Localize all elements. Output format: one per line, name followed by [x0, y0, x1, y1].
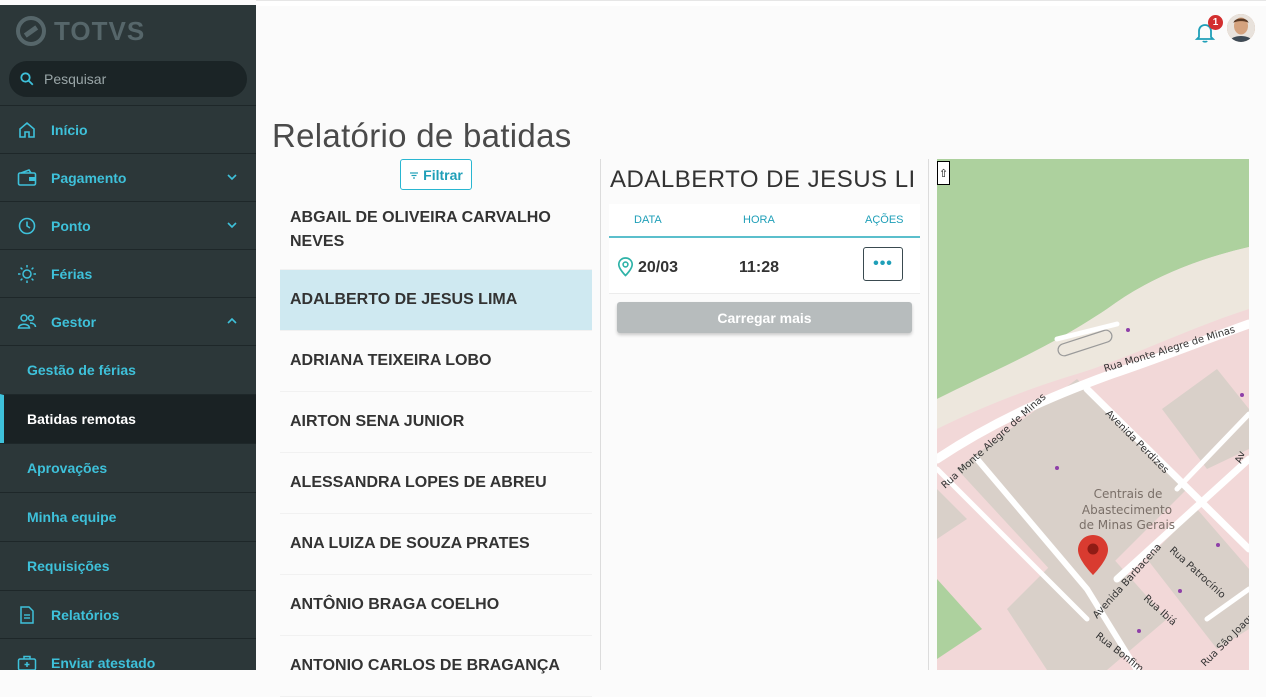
notification-badge: 1	[1208, 15, 1223, 30]
employee-name: ADRIANA TEIXEIRA LOBO	[290, 352, 492, 369]
search-box[interactable]	[9, 61, 247, 97]
list-item[interactable]: ANTONIO CARLOS DE BRAGANÇA	[280, 636, 592, 697]
clock-icon	[17, 216, 37, 236]
employee-name: ALESSANDRA LOPES DE ABREU	[290, 474, 547, 491]
list-item[interactable]: ANA LUIZA DE SOUZA PRATES	[280, 514, 592, 575]
document-icon	[17, 605, 37, 625]
avatar[interactable]	[1227, 14, 1255, 42]
sidebar-item-ponto[interactable]: Ponto	[0, 201, 256, 249]
list-item[interactable]: AIRTON SENA JUNIOR	[280, 392, 592, 453]
map-label-place: Abastecimento	[1082, 503, 1172, 517]
sidebar-item-pagamento[interactable]: Pagamento	[0, 153, 256, 201]
map-expand-button[interactable]: ⇧	[937, 161, 950, 185]
punch-date: 20/03	[638, 259, 679, 276]
column-divider	[928, 159, 929, 670]
sidebar-subitem-label: Aprovações	[27, 460, 108, 476]
sidebar-item-ferias[interactable]: Férias	[0, 249, 256, 297]
sun-icon	[17, 264, 37, 284]
sidebar-item-label: Início	[51, 121, 88, 138]
sidebar: TOTVS Início Pagamento Ponto Férias Gest…	[0, 5, 256, 670]
sidebar-subitem-aprovacoes[interactable]: Aprovações	[0, 443, 256, 492]
top-divider	[256, 0, 1266, 6]
sidebar-subitem-label: Requisições	[27, 558, 110, 574]
medical-kit-icon	[17, 653, 37, 670]
sidebar-menu: Início Pagamento Ponto Férias Gestor Ges…	[0, 105, 256, 670]
punch-table-header: DATA HORA AÇÕES	[609, 204, 920, 238]
user-photo-icon	[1227, 14, 1255, 42]
list-item[interactable]: ANTÔNIO BRAGA COELHO	[280, 575, 592, 636]
sidebar-subitem-label: Gestão de férias	[27, 362, 136, 378]
team-icon	[17, 312, 37, 332]
column-divider	[600, 159, 601, 670]
employee-name: ABGAIL DE OLIVEIRA CARVALHO NEVES	[290, 209, 551, 250]
column-header-hour: HORA	[743, 214, 775, 226]
map-canvas: Rua Monte Alegre de Minas Rua Monte Aleg…	[937, 159, 1249, 670]
filter-button[interactable]: Filtrar	[400, 159, 472, 190]
list-item-selected[interactable]: ADALBERTO DE JESUS LIMA	[280, 270, 592, 331]
filter-label: Filtrar	[423, 166, 463, 183]
sidebar-item-gestor[interactable]: Gestor	[0, 297, 256, 345]
sidebar-subitem-batidas-remotas[interactable]: Batidas remotas	[0, 394, 256, 443]
column-header-actions: AÇÕES	[865, 214, 904, 226]
chevron-down-icon	[227, 222, 237, 229]
sidebar-subitem-minha-equipe[interactable]: Minha equipe	[0, 492, 256, 541]
employee-name: ANTONIO CARLOS DE BRAGANÇA	[290, 657, 560, 674]
sidebar-item-label: Ponto	[51, 217, 91, 234]
home-icon	[17, 120, 37, 140]
sidebar-subitem-gestao-ferias[interactable]: Gestão de férias	[0, 345, 256, 394]
location-pin-icon[interactable]	[617, 257, 634, 277]
employee-name: AIRTON SENA JUNIOR	[290, 413, 465, 430]
filter-icon	[410, 171, 419, 179]
sidebar-item-label: Férias	[51, 265, 93, 282]
chevron-down-icon	[227, 174, 237, 181]
search-icon	[20, 72, 34, 86]
sidebar-subitem-label: Batidas remotas	[27, 411, 136, 427]
wallet-icon	[17, 168, 37, 188]
logo-text: TOTVS	[54, 15, 146, 46]
sidebar-subitem-label: Minha equipe	[27, 509, 117, 525]
employee-name: ADALBERTO DE JESUS LIMA	[290, 291, 518, 308]
search-input[interactable]	[42, 70, 236, 88]
sidebar-item-label: Relatórios	[51, 606, 120, 623]
logo[interactable]: TOTVS	[16, 14, 145, 48]
load-more-button[interactable]: Carregar mais	[617, 302, 912, 333]
sidebar-subitem-requisicoes[interactable]: Requisições	[0, 541, 256, 590]
map[interactable]: Rua Monte Alegre de Minas Rua Monte Aleg…	[937, 159, 1249, 670]
column-header-date: DATA	[634, 214, 662, 226]
employee-name: ANTÔNIO BRAGA COELHO	[290, 596, 500, 613]
more-actions-button[interactable]: •••	[863, 247, 903, 281]
list-item[interactable]: ALESSANDRA LOPES DE ABREU	[280, 453, 592, 514]
chevron-up-icon	[227, 317, 237, 324]
sidebar-item-relatorios[interactable]: Relatórios	[0, 590, 256, 638]
table-row[interactable]: 20/03 11:28 •••	[609, 238, 920, 294]
sidebar-item-label: Pagamento	[51, 169, 127, 186]
totvs-logo-icon	[16, 16, 46, 46]
sidebar-item-inicio[interactable]: Início	[0, 105, 256, 153]
list-item[interactable]: ABGAIL DE OLIVEIRA CARVALHO NEVES	[280, 196, 592, 270]
sidebar-item-enviar-atestado[interactable]: Enviar atestado	[0, 638, 256, 670]
sidebar-item-label: Gestor	[51, 313, 97, 330]
map-label-place: Centrais de	[1094, 487, 1163, 501]
list-item[interactable]: ADRIANA TEIXEIRA LOBO	[280, 331, 592, 392]
page-title: Relatório de batidas	[272, 117, 572, 155]
map-label-place: de Minas Gerais	[1079, 518, 1175, 532]
sidebar-item-label: Enviar atestado	[51, 654, 156, 671]
employee-list: ABGAIL DE OLIVEIRA CARVALHO NEVES ADALBE…	[280, 196, 592, 697]
punch-hour: 11:28	[739, 259, 780, 276]
employee-name: ANA LUIZA DE SOUZA PRATES	[290, 535, 530, 552]
detail-employee-name: ADALBERTO DE JESUS LI...	[610, 166, 916, 193]
